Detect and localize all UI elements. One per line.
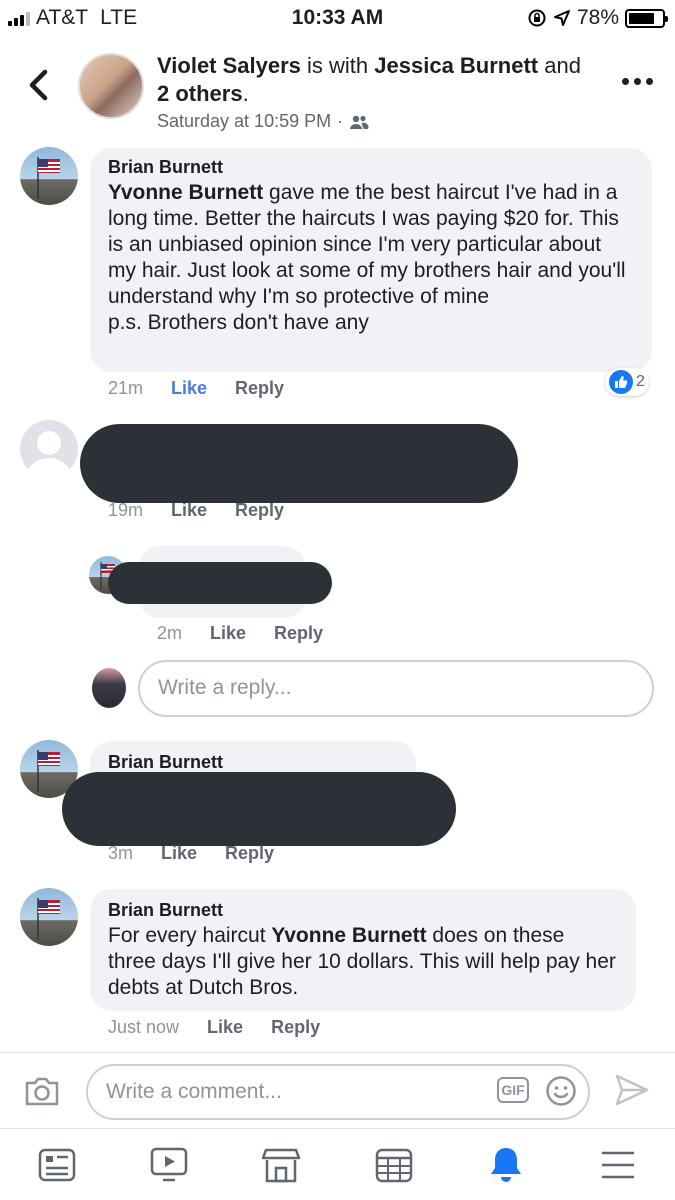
status-bar: AT&T LTE 10:33 AM 78% <box>0 0 675 36</box>
marketplace-icon <box>261 1148 301 1183</box>
more-horizontal-icon <box>622 78 653 85</box>
comment-bubble: Brian Burnett For every haircut Yvonne B… <box>90 889 636 1011</box>
rotation-lock-icon <box>528 9 546 27</box>
reply-actions: 2m Like Reply <box>157 623 323 644</box>
current-user-avatar <box>92 668 126 708</box>
friends-icon[interactable] <box>349 114 369 130</box>
comment-body-start: For every haircut <box>108 924 272 947</box>
mention-link[interactable]: Yvonne Burnett <box>271 924 426 947</box>
post-timestamp[interactable]: Saturday at 10:59 PM <box>157 111 331 132</box>
and-text: and <box>544 53 581 78</box>
tab-events[interactable] <box>372 1143 416 1187</box>
signal-icon <box>8 10 30 26</box>
back-button[interactable] <box>24 66 54 106</box>
tab-bar <box>0 1128 675 1200</box>
author-avatar[interactable] <box>78 53 144 119</box>
events-icon <box>375 1148 413 1183</box>
like-reaction-icon <box>609 370 633 394</box>
network-label: LTE <box>100 6 138 29</box>
battery-percent: 78% <box>576 6 619 29</box>
reply-button[interactable]: Reply <box>274 623 323 644</box>
others-link[interactable]: 2 others <box>157 81 243 106</box>
comment-actions: Just now Like Reply <box>108 1017 320 1038</box>
mention-link[interactable]: Yvonne Burnett <box>108 181 263 204</box>
comment-time[interactable]: Just now <box>108 1017 179 1038</box>
comment-author[interactable]: Brian Burnett <box>108 751 398 773</box>
tab-notifications[interactable] <box>484 1143 528 1187</box>
like-button[interactable]: Like <box>171 378 207 399</box>
title-period: . <box>242 81 249 106</box>
flag-icon <box>37 898 60 940</box>
status-right: 78% <box>527 6 668 30</box>
reaction-number: 2 <box>636 373 645 390</box>
comment-bubble: Brian Burnett Yvonne Burnett gave me the… <box>90 148 652 372</box>
redaction-bar <box>80 424 518 503</box>
comment-time[interactable]: 21m <box>108 378 143 399</box>
emoji-icon <box>546 1076 576 1106</box>
comment-author[interactable]: Brian Burnett <box>108 899 618 921</box>
like-button[interactable]: Like <box>161 843 197 864</box>
with-text: is with <box>307 53 369 78</box>
reply-button[interactable]: Reply <box>271 1017 320 1038</box>
comment-actions: 19m Like Reply <box>108 500 284 521</box>
battery-icon <box>625 8 668 28</box>
carrier-label: AT&T <box>36 6 89 29</box>
send-button[interactable] <box>614 1073 650 1112</box>
emoji-button[interactable] <box>545 1075 577 1112</box>
watch-icon <box>150 1147 188 1182</box>
author-name-link[interactable]: Violet Salyers <box>157 53 301 78</box>
tab-marketplace[interactable] <box>259 1143 303 1187</box>
post-title: Violet Salyers is with Jessica Burnett a… <box>157 52 597 108</box>
commenter-avatar[interactable] <box>20 888 78 946</box>
post-meta: Saturday at 10:59 PM · <box>157 111 369 132</box>
comment-author[interactable]: Brian Burnett <box>108 156 634 178</box>
like-button[interactable]: Like <box>207 1017 243 1038</box>
comment-time[interactable]: 19m <box>108 500 143 521</box>
reply-input[interactable]: Write a reply... <box>138 660 654 717</box>
commenter-avatar[interactable] <box>20 147 78 205</box>
like-button[interactable]: Like <box>210 623 246 644</box>
menu-icon <box>602 1151 634 1179</box>
comment-actions: 21m Like Reply <box>108 378 284 399</box>
comment-ps: p.s. Brothers don't have any <box>108 311 369 334</box>
news-feed-icon <box>38 1148 76 1182</box>
default-profile-icon <box>26 431 72 478</box>
post-header: Violet Salyers is with Jessica Burnett a… <box>0 40 675 144</box>
redaction-bar <box>62 772 456 846</box>
camera-icon <box>25 1077 59 1106</box>
reply-button[interactable]: Reply <box>235 500 284 521</box>
tab-news-feed[interactable] <box>35 1143 79 1187</box>
comment-actions: 3m Like Reply <box>108 843 274 864</box>
comment-time[interactable]: 3m <box>108 843 133 864</box>
reply-time[interactable]: 2m <box>157 623 182 644</box>
reply-button[interactable]: Reply <box>235 378 284 399</box>
tab-watch[interactable] <box>147 1143 191 1187</box>
meta-separator: · <box>337 111 344 131</box>
flag-icon <box>37 157 60 199</box>
gif-button[interactable]: GIF <box>497 1077 529 1103</box>
notifications-icon <box>491 1148 521 1182</box>
tagged-name-link[interactable]: Jessica Burnett <box>374 53 538 78</box>
camera-button[interactable] <box>24 1075 60 1112</box>
status-left: AT&T LTE <box>8 6 137 30</box>
send-icon <box>615 1074 649 1106</box>
chevron-left-icon <box>29 69 48 101</box>
reply-button[interactable]: Reply <box>225 843 274 864</box>
comment-text: Yvonne Burnett gave me the best haircut … <box>108 180 634 336</box>
more-options-button[interactable] <box>622 78 653 85</box>
like-button[interactable]: Like <box>171 500 207 521</box>
comment-text: For every haircut Yvonne Burnett does on… <box>108 923 618 1001</box>
location-icon <box>553 10 570 26</box>
reaction-count[interactable]: 2 <box>605 368 649 396</box>
commenter-avatar[interactable] <box>20 420 78 478</box>
tab-menu[interactable] <box>596 1143 640 1187</box>
redaction-bar <box>108 562 332 604</box>
